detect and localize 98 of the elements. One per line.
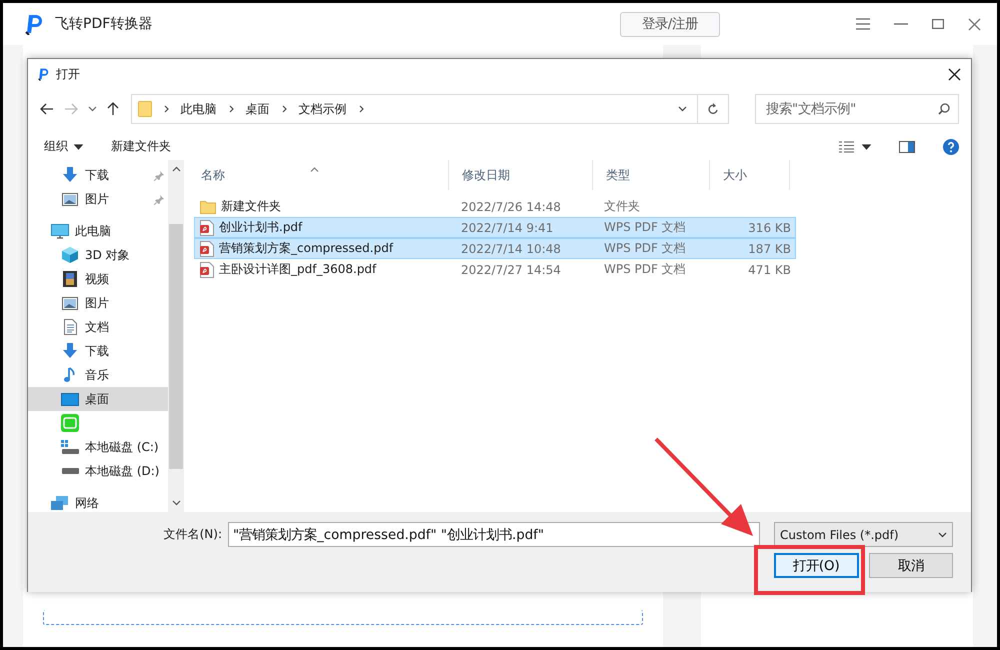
logo-icon: [38, 67, 50, 81]
menu-icon[interactable]: [856, 18, 870, 30]
maximize-icon[interactable]: [932, 19, 944, 29]
caret-icon[interactable]: [74, 144, 83, 150]
logo-icon: [25, 13, 45, 35]
sidebar-item[interactable]: 文档: [28, 315, 168, 339]
pdf-file-icon: [200, 240, 214, 256]
folder-icon: [138, 101, 152, 117]
music-note-icon: [64, 367, 76, 383]
file-type: WPS PDF 文档: [603, 219, 687, 236]
sidebar-item[interactable]: 图片: [28, 187, 168, 211]
download-icon: [62, 167, 78, 183]
file-name: 主卧设计详图_pdf_3608.pdf: [219, 261, 376, 278]
app-title: 飞转PDF转换器: [55, 15, 154, 33]
drive-icon: [61, 440, 79, 454]
file-type: WPS PDF 文档: [603, 240, 687, 257]
network-icon: [51, 496, 69, 510]
cube-icon: [62, 247, 78, 263]
chevron-right-icon[interactable]: [358, 105, 364, 113]
picture-icon: [62, 192, 78, 206]
film-icon: [63, 271, 77, 287]
column-header[interactable]: 修改日期: [449, 160, 593, 190]
refresh-icon[interactable]: [706, 102, 719, 116]
sidebar-item[interactable]: 此电脑: [28, 219, 168, 243]
file-name: 创业计划书.pdf: [219, 219, 302, 236]
open-button[interactable]: 打开(O): [774, 553, 859, 578]
caret-icon[interactable]: [862, 144, 871, 150]
dropdown-icon[interactable]: [678, 106, 687, 112]
download-icon: [62, 343, 78, 359]
view-options-icon[interactable]: [838, 140, 856, 152]
column-header[interactable]: 类型: [593, 160, 710, 190]
file-type: 文件夹: [603, 198, 641, 215]
sidebar-item[interactable]: 网络: [28, 491, 168, 512]
search-field[interactable]: 搜索"文档示例": [754, 94, 959, 124]
breadcrumb-item[interactable]: 此电脑: [180, 100, 217, 118]
sidebar-item[interactable]: 音乐: [28, 363, 168, 387]
search-icon[interactable]: [938, 103, 950, 115]
file-name: 营销策划方案_compressed.pdf: [219, 240, 394, 257]
scroll-up-icon[interactable]: [172, 166, 180, 172]
pdf-file-icon: [200, 220, 214, 236]
sidebar-item[interactable]: 本地磁盘 (C:): [28, 435, 168, 459]
up-arrow-icon[interactable]: [106, 102, 119, 116]
dropdown-icon[interactable]: [938, 532, 947, 538]
address-bar[interactable]: 此电脑 桌面 文档示例: [130, 94, 729, 124]
sidebar-item[interactable]: 3D 对象: [28, 243, 168, 267]
document-icon: [64, 319, 76, 335]
desktop-icon: [61, 392, 79, 406]
new-folder-button[interactable]: 新建文件夹: [111, 138, 171, 155]
file-row[interactable]: 新建文件夹 2022/7/26 14:48 文件夹: [194, 196, 796, 217]
computer-icon: [51, 224, 69, 238]
picture-icon: [62, 296, 78, 310]
modified-date: 2022/7/14 10:48: [460, 240, 562, 258]
file-type-dropdown[interactable]: Custom Files (*.pdf): [774, 522, 953, 547]
modified-date: 2022/7/26 14:48: [460, 198, 562, 216]
breadcrumb-item[interactable]: 文档示例: [298, 100, 347, 118]
folder-icon: [200, 199, 216, 214]
modified-date: 2022/7/27 14:54: [460, 262, 562, 278]
scrollbar[interactable]: [168, 160, 184, 512]
sidebar-item[interactable]: 图片: [28, 291, 168, 315]
breadcrumb-item[interactable]: 桌面: [246, 100, 270, 118]
pdf-file-icon: [200, 262, 214, 278]
sidebar-item[interactable]: 视频: [28, 267, 168, 291]
minimize-icon[interactable]: [894, 23, 908, 25]
login-button[interactable]: 登录/注册: [620, 12, 720, 36]
modified-date: 2022/7/14 9:41: [460, 220, 554, 236]
close-icon[interactable]: [948, 68, 961, 80]
sort-ascending-icon[interactable]: [310, 167, 319, 172]
scroll-down-icon[interactable]: [172, 500, 180, 506]
sidebar-item[interactable]: 下载: [28, 339, 168, 363]
dialog-title: 打开: [56, 66, 81, 82]
sidebar-item[interactable]: 桌面: [28, 387, 168, 411]
preview-pane-icon[interactable]: [899, 140, 915, 152]
column-header[interactable]: 名称: [188, 160, 449, 190]
sidebar-item[interactable]: 下载: [28, 163, 168, 187]
file-size: 471 KB: [748, 262, 791, 276]
file-row[interactable]: 创业计划书.pdf 2022/7/14 9:41 WPS PDF 文档 316 KB: [194, 217, 796, 238]
file-name-field[interactable]: "营销策划方案_compressed.pdf" "创业计划书.pdf": [228, 522, 760, 547]
file-row[interactable]: 营销策划方案_compressed.pdf 2022/7/14 10:48 WPS PDF 文档 187 KB: [194, 238, 796, 259]
file-type: WPS PDF 文档: [603, 261, 687, 278]
sidebar-item[interactable]: 本地磁盘 (D:): [28, 459, 168, 483]
cancel-button[interactable]: 取消: [868, 553, 953, 578]
scrollbar-thumb[interactable]: [169, 224, 183, 469]
file-name-label: 文件名(N):: [164, 526, 222, 543]
column-header[interactable]: 大小: [710, 160, 790, 190]
app-icon: [61, 414, 79, 432]
organize-menu[interactable]: 组织: [44, 138, 68, 155]
file-row[interactable]: 主卧设计详图_pdf_3608.pdf 2022/7/27 14:54 WPS PDF 文档 471 KB: [194, 259, 796, 280]
file-size: 316 KB: [748, 220, 791, 234]
drop-zone[interactable]: [43, 610, 643, 625]
recent-locations-icon[interactable]: [88, 106, 97, 112]
help-icon[interactable]: [943, 138, 959, 154]
file-size: 187 KB: [748, 242, 791, 256]
back-arrow-icon[interactable]: [40, 103, 54, 115]
chevron-right-icon[interactable]: [282, 105, 287, 113]
drive-icon: [61, 468, 79, 474]
chevron-right-icon[interactable]: [228, 105, 234, 113]
chevron-right-icon[interactable]: [164, 105, 169, 113]
file-name: 新建文件夹: [221, 198, 281, 215]
